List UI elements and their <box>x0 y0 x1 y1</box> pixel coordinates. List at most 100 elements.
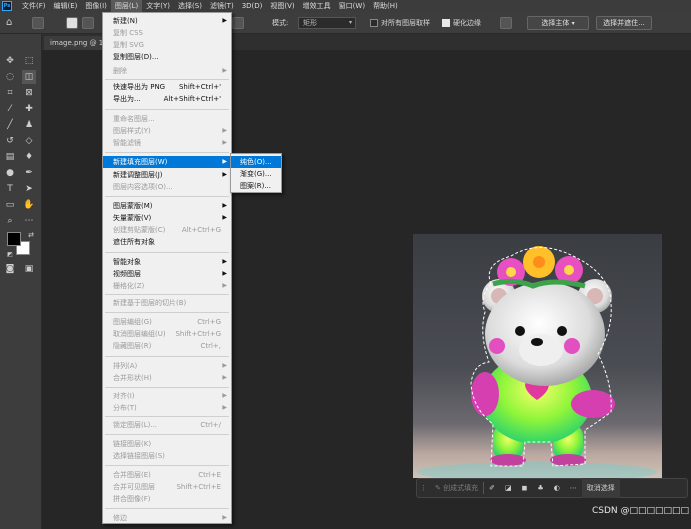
home-icon[interactable]: ⌂ <box>6 16 20 30</box>
foreground-color-swatch[interactable] <box>7 232 21 246</box>
menu-image[interactable]: 图像(I) <box>81 0 111 12</box>
menu-plugins[interactable]: 增效工具 <box>299 0 335 12</box>
swap-colors-icon[interactable]: ⇄ <box>24 228 38 242</box>
layer-menu-item[interactable]: 隐藏图层(R) Ctrl+, <box>103 340 231 352</box>
menu-view[interactable]: 视图(V) <box>266 0 298 12</box>
more-tools-icon[interactable]: ⋯ <box>22 214 36 228</box>
generative-fill-button[interactable]: ✎ 创成式填充 <box>430 478 483 498</box>
lasso-tool-icon[interactable]: ◌ <box>3 70 17 84</box>
layer-menu-item[interactable]: 新建基于图层的切片(B) <box>103 297 231 309</box>
tool-preset-icon[interactable] <box>32 17 44 29</box>
layer-menu-item[interactable]: 视频图层 ▶ <box>103 268 231 280</box>
layer-menu-item[interactable]: 拼合图像(F) <box>103 493 231 505</box>
healing-brush-icon[interactable]: ✚ <box>22 102 36 116</box>
new-selection-icon[interactable] <box>66 17 78 29</box>
menu-window[interactable]: 窗口(W) <box>335 0 369 12</box>
layer-menu-item[interactable]: 分布(T) ▶ <box>103 402 231 414</box>
layer-menu-item[interactable]: 快速导出为 PNG Shift+Ctrl+' <box>103 81 231 93</box>
fill-gradient[interactable]: 渐变(G)... <box>231 168 281 180</box>
deselect-button[interactable]: 取消选择 <box>581 478 620 498</box>
default-colors-icon[interactable]: ◩ <box>3 248 17 262</box>
layer-menu-item[interactable]: 矢量蒙版(V) ▶ <box>103 212 231 224</box>
pen-tool-icon[interactable]: ✒ <box>22 166 36 180</box>
layer-menu-item[interactable]: 复制 SVG <box>103 39 231 51</box>
document-canvas[interactable] <box>413 234 662 478</box>
menu-edit[interactable]: 编辑(E) <box>50 0 82 12</box>
clone-stamp-icon[interactable]: ♟ <box>22 118 36 132</box>
dodge-tool-icon[interactable]: ● <box>3 166 17 180</box>
fill-pattern[interactable]: 图案(R)... <box>231 180 281 192</box>
layer-menu-item[interactable]: 遮住所有对象 <box>103 236 231 248</box>
menu-select[interactable]: 选择(S) <box>174 0 206 12</box>
layer-menu-item[interactable]: 栅格化(Z) ▶ <box>103 280 231 292</box>
drag-handle-icon[interactable]: ⋮ <box>417 478 430 498</box>
sample-all-layers-label: 对所有图层取样 <box>381 19 430 27</box>
frame-tool-icon[interactable]: ⊠ <box>22 86 36 100</box>
menu-file[interactable]: 文件(F) <box>18 0 50 12</box>
eyedropper-tool-icon[interactable]: ⁄ <box>3 102 17 116</box>
menu-item-label: 取消图层编组(U) <box>113 330 166 338</box>
add-selection-icon[interactable] <box>82 17 94 29</box>
menu-3d[interactable]: 3D(D) <box>238 0 267 12</box>
layer-menu-item[interactable]: 图层样式(Y) ▶ <box>103 125 231 137</box>
layer-menu-item[interactable]: 创建剪贴蒙版(C) Alt+Ctrl+G <box>103 224 231 236</box>
layer-menu-item[interactable]: 锁定图层(L)... Ctrl+/ <box>103 419 231 431</box>
gradient-tool-icon[interactable]: ▤ <box>3 150 17 164</box>
layer-menu-item[interactable]: 合并图层(E) Ctrl+E <box>103 469 231 481</box>
move-tool-icon[interactable]: ✥ <box>3 54 17 68</box>
screen-mode-icon[interactable]: ▣ <box>22 262 36 276</box>
layer-menu-item[interactable]: 导出为... Alt+Shift+Ctrl+' <box>103 93 231 105</box>
mask-icon[interactable]: ◼ <box>517 478 533 498</box>
layer-menu-item[interactable]: 复制图层(D)... <box>103 51 231 63</box>
layer-menu-item[interactable]: 重命名图层... <box>103 113 231 125</box>
layer-menu-item[interactable]: 图层内容选项(O)... <box>103 181 231 193</box>
layer-menu-item[interactable]: 新建填充图层(W) ▶ <box>103 156 231 168</box>
type-tool-icon[interactable]: T <box>3 182 17 196</box>
harden-edges-checkbox[interactable] <box>442 19 450 27</box>
eraser-tool-icon[interactable]: ◇ <box>22 134 36 148</box>
settings-gear-icon[interactable] <box>232 17 244 29</box>
select-and-mask-button[interactable]: 选择并遮住... <box>596 16 652 30</box>
sample-all-layers-checkbox[interactable] <box>370 19 378 27</box>
adjustment-icon[interactable]: ◐ <box>549 478 565 498</box>
rectangle-tool-icon[interactable]: ▭ <box>3 198 17 212</box>
layer-menu-item[interactable]: 智能滤镜 ▶ <box>103 137 231 149</box>
layer-menu-item[interactable]: 取消图层编组(U) Shift+Ctrl+G <box>103 328 231 340</box>
marquee-tool-icon[interactable]: ⬚ <box>22 54 36 68</box>
layer-menu-item[interactable]: 选择链接图层(S) <box>103 450 231 462</box>
fill-solid-color[interactable]: 纯色(O)... <box>231 156 281 168</box>
menu-help[interactable]: 帮助(H) <box>369 0 402 12</box>
brush-tool-icon[interactable]: ╱ <box>3 118 17 132</box>
layer-menu-item[interactable]: 智能对象 ▶ <box>103 256 231 268</box>
layer-menu-item[interactable]: 链接图层(K) <box>103 438 231 450</box>
layer-menu-item[interactable]: 排列(A) ▶ <box>103 360 231 372</box>
layer-menu-item[interactable]: 对齐(I) ▶ <box>103 390 231 402</box>
mode-select[interactable]: 矩形 ▾ <box>298 17 356 29</box>
menu-layer[interactable]: 图层(L) <box>110 0 143 12</box>
invert-selection-icon[interactable]: ◪ <box>500 478 517 498</box>
layer-menu-item[interactable]: 图层蒙版(M) ▶ <box>103 200 231 212</box>
layer-menu-item[interactable]: 删除 ▶ <box>103 65 231 77</box>
layer-menu-item[interactable]: 修边 ▶ <box>103 512 231 524</box>
select-subject-options-icon[interactable] <box>500 17 512 29</box>
object-selection-tool-icon[interactable]: ◫ <box>22 70 36 84</box>
more-options-icon[interactable]: ⋯ <box>565 478 582 498</box>
layer-menu-item[interactable]: 合并可见图层 Shift+Ctrl+E <box>103 481 231 493</box>
blur-tool-icon[interactable]: ♦ <box>22 150 36 164</box>
layer-menu-item[interactable]: 合并形状(H) ▶ <box>103 372 231 384</box>
menu-filter[interactable]: 滤镜(T) <box>206 0 238 12</box>
crop-tool-icon[interactable]: ⌗ <box>3 86 17 100</box>
quick-mask-icon[interactable]: ◙ <box>3 262 17 276</box>
layer-menu-item[interactable]: 新建调整图层(J) ▶ <box>103 169 231 181</box>
history-brush-icon[interactable]: ↺ <box>3 134 17 148</box>
fill-icon[interactable]: ♣ <box>532 478 548 498</box>
layer-menu-item[interactable]: 图层编组(G) Ctrl+G <box>103 316 231 328</box>
layer-menu-item[interactable]: 复制 CSS <box>103 27 231 39</box>
path-selection-icon[interactable]: ➤ <box>22 182 36 196</box>
hand-tool-icon[interactable]: ✋ <box>22 198 36 212</box>
zoom-tool-icon[interactable]: ⌕ <box>3 214 17 228</box>
select-subject-button[interactable]: 选择主体 ▾ <box>527 16 589 30</box>
modify-selection-icon[interactable]: ✐ <box>484 478 500 498</box>
menu-type[interactable]: 文字(Y) <box>142 0 174 12</box>
layer-menu-item[interactable]: 新建(N) ▶ <box>103 15 231 27</box>
